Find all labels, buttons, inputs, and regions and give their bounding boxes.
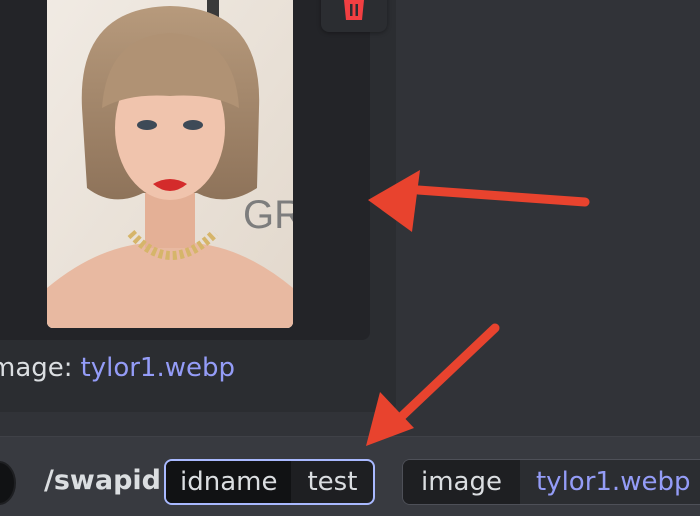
message-composer[interactable]: /swapid idname test image tylor1.webp — [0, 436, 700, 516]
option-image-key: image — [403, 460, 520, 504]
option-idname-key: idname — [166, 461, 292, 503]
slash-command-name: /swapid — [44, 465, 162, 496]
trash-icon — [339, 0, 369, 26]
attachment-image[interactable]: GR — [47, 0, 293, 328]
option-idname[interactable]: idname test — [164, 459, 376, 505]
attachment-filename-label: mage: — [0, 353, 73, 383]
annotation-arrow-image — [368, 170, 590, 232]
attachment-filename-row: mage: tylor1.webp — [0, 348, 235, 388]
delete-attachment-button[interactable] — [321, 0, 387, 32]
attachment-filename-link[interactable]: tylor1.webp — [81, 353, 235, 383]
app-stage: GR mage: tylor1.webp /swapid idname test… — [0, 0, 700, 516]
option-idname-value[interactable]: test — [291, 461, 373, 503]
attachment-image-frame: GR — [0, 0, 370, 340]
attachment-card: GR mage: tylor1.webp — [0, 0, 396, 412]
option-image-value[interactable]: tylor1.webp — [519, 460, 700, 504]
avatar — [0, 461, 16, 505]
option-image[interactable]: image tylor1.webp — [402, 459, 700, 505]
svg-text:GR: GR — [243, 193, 293, 237]
